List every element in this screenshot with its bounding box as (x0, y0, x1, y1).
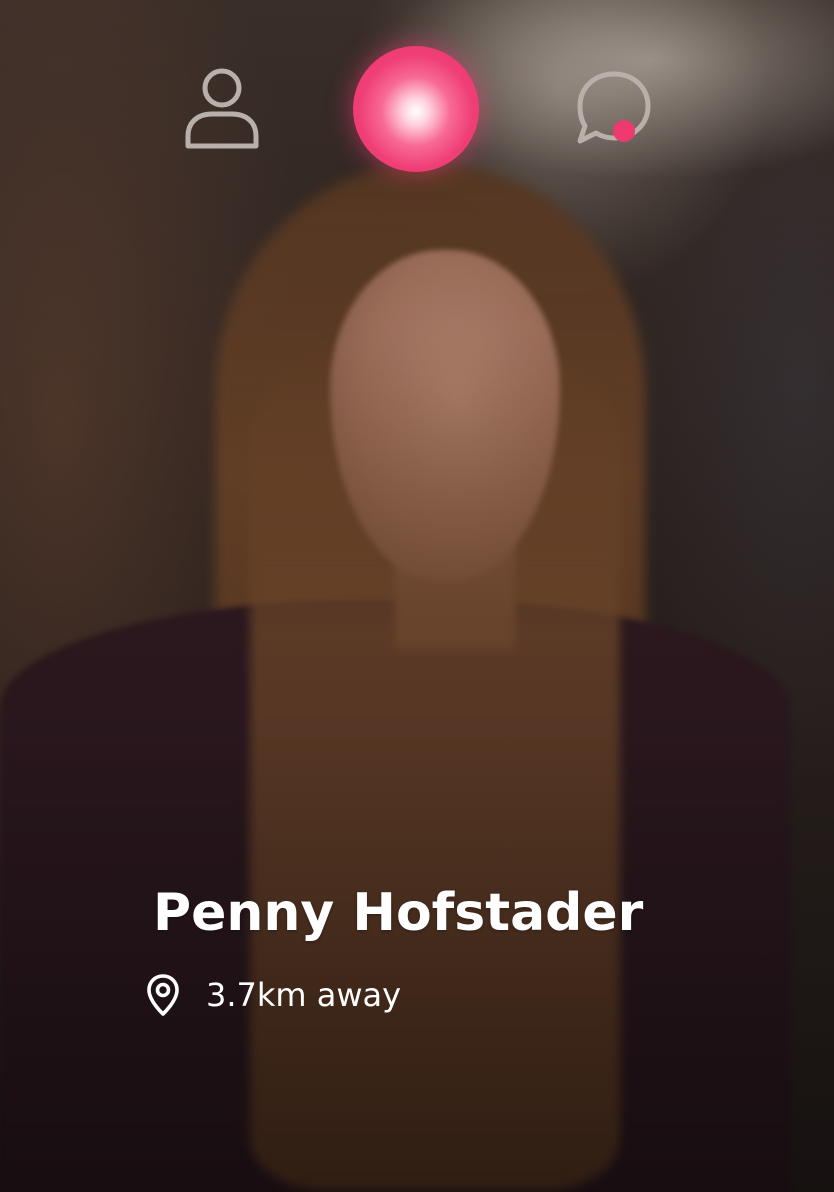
chat-bubble-icon (577, 71, 651, 144)
location-row: 3.7km away (146, 970, 401, 1020)
messages-tab[interactable] (572, 66, 656, 150)
profile-name: Penny Hofstader (153, 883, 644, 943)
profile-card-screen: Penny Hofstader 3.7km away (0, 0, 834, 1192)
distance-label: 3.7km away (206, 976, 402, 1014)
notification-dot (613, 120, 635, 142)
top-navigation (0, 40, 834, 180)
profile-tab[interactable] (180, 66, 264, 150)
location-pin-icon (147, 974, 179, 1016)
discover-orb-button[interactable] (353, 46, 479, 172)
user-icon (185, 68, 259, 149)
